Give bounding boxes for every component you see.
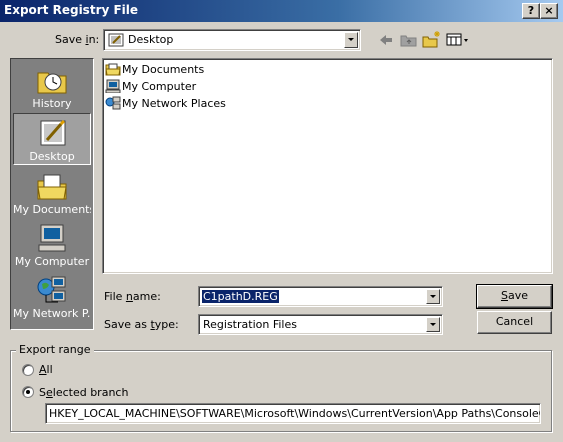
save-button[interactable]: Save <box>476 284 553 309</box>
export-range-legend: Export range <box>16 343 94 356</box>
my-documents-icon <box>37 174 67 200</box>
file-name: My Documents <box>122 63 205 76</box>
back-arrow-icon[interactable] <box>378 33 394 47</box>
network-icon <box>105 96 121 110</box>
place-desktop[interactable]: Desktop <box>13 113 91 165</box>
save-as-type-dropdown[interactable]: Registration Files <box>198 314 443 335</box>
place-label: My Computer <box>14 255 90 268</box>
cancel-button[interactable]: Cancel <box>477 311 552 334</box>
place-history[interactable]: History <box>13 61 91 113</box>
radio-selected-branch-label[interactable]: Selected branch <box>39 386 128 399</box>
save-in-value: Desktop <box>128 33 174 46</box>
file-name-dropdown-arrow[interactable] <box>426 289 440 304</box>
save-as-type-label: Save as type: <box>104 318 179 331</box>
up-folder-icon[interactable] <box>400 32 418 48</box>
window-title: Export Registry File <box>4 3 139 17</box>
branch-path-field[interactable]: HKEY_LOCAL_MACHINE\SOFTWARE\Microsoft\Wi… <box>45 403 541 424</box>
new-folder-icon[interactable] <box>422 30 442 48</box>
file-name-label: File name: <box>104 290 161 303</box>
radio-all[interactable] <box>22 364 34 376</box>
file-list[interactable]: My Documents My Computer My Network Plac… <box>102 58 553 274</box>
save-as-type-dropdown-arrow[interactable] <box>426 317 440 332</box>
desktop-icon <box>108 33 124 47</box>
folder-icon <box>105 63 121 76</box>
views-menu-icon[interactable] <box>446 33 470 47</box>
help-button[interactable]: ? <box>522 3 540 19</box>
file-name-input[interactable]: C1pathD.REG <box>202 290 279 303</box>
places-bar: History Desktop My Documents My Computer <box>10 58 94 330</box>
file-name: My Network Places <box>122 97 226 110</box>
history-icon <box>37 72 67 94</box>
branch-path-value[interactable]: HKEY_LOCAL_MACHINE\SOFTWARE\Microsoft\Wi… <box>49 407 540 420</box>
close-button[interactable]: × <box>540 3 558 19</box>
file-name: My Computer <box>122 80 197 93</box>
place-label: My Documents <box>13 203 91 216</box>
radio-selected-branch[interactable] <box>22 386 34 398</box>
place-my-computer[interactable]: My Computer <box>13 219 91 271</box>
place-label: My Network P... <box>13 307 91 320</box>
place-my-documents[interactable]: My Documents <box>13 167 91 219</box>
place-label: Desktop <box>29 150 75 163</box>
save-in-label: Save in: <box>55 33 100 46</box>
place-label: History <box>32 97 72 110</box>
place-my-network-places[interactable]: My Network P... <box>13 271 91 323</box>
my-computer-icon <box>38 224 66 252</box>
desktop-icon <box>40 119 66 146</box>
save-as-type-value: Registration Files <box>203 318 297 331</box>
my-network-places-icon <box>37 276 66 303</box>
save-in-dropdown-arrow[interactable] <box>344 32 358 48</box>
save-in-dropdown[interactable]: Desktop <box>103 29 361 51</box>
file-name-combobox[interactable]: C1pathD.REG <box>198 286 443 307</box>
computer-icon <box>105 79 121 93</box>
radio-all-label[interactable]: All <box>39 363 53 376</box>
